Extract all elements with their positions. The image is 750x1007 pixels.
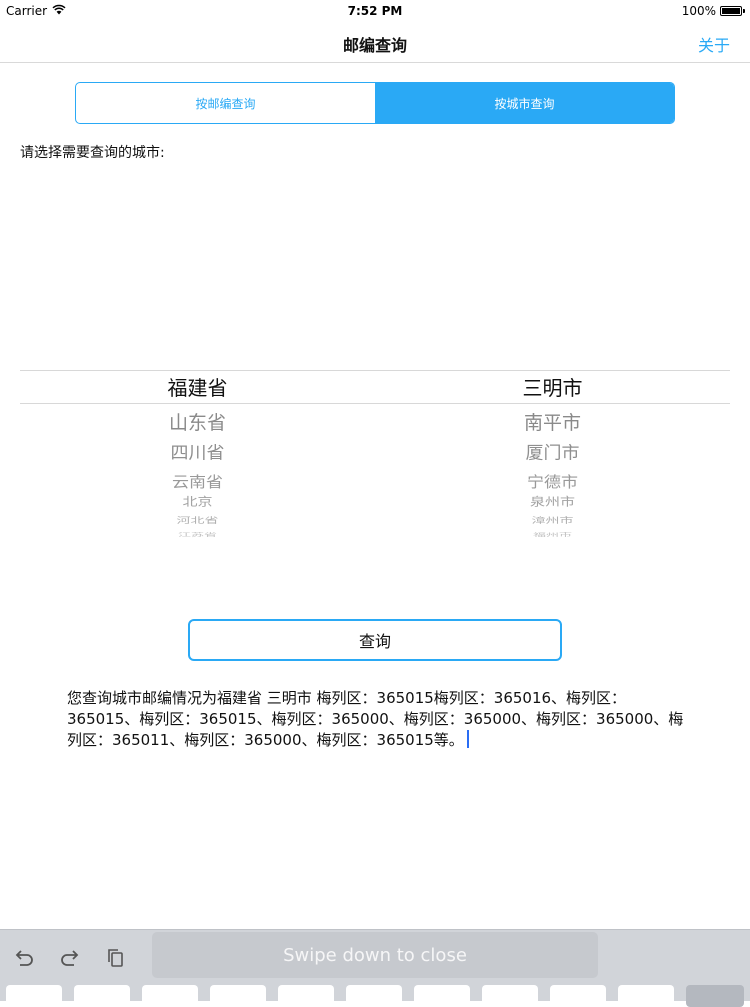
keyboard-key[interactable] <box>6 985 62 1007</box>
selected-province[interactable]: 福建省 <box>20 372 375 401</box>
about-button[interactable]: 关于 <box>698 32 730 56</box>
province-option[interactable]: 北京 <box>20 494 375 510</box>
keyboard-key[interactable] <box>618 985 674 1007</box>
keyboard-key[interactable] <box>550 985 606 1007</box>
search-mode-segmented-control: 按邮编查询 按城市查询 <box>75 82 675 124</box>
province-option[interactable]: 四川省 <box>20 440 375 465</box>
keyboard-key[interactable] <box>414 985 470 1007</box>
city-option[interactable]: 泉州市 <box>375 494 730 510</box>
keyboard-key[interactable] <box>686 985 744 1007</box>
province-option[interactable]: 山东省 <box>20 408 375 435</box>
city-prompt-label: 请选择需要查询的城市: <box>20 145 165 161</box>
navigation-bar: 邮编查询 关于 <box>0 22 750 63</box>
city-picker[interactable]: 福建省 山东省 四川省 云南省 北京 河北省 江苏省 三明市 南平市 厦门市 宁… <box>20 310 730 550</box>
city-option[interactable]: 漳州市 <box>375 514 730 526</box>
keyboard-key[interactable] <box>346 985 402 1007</box>
keyboard-key[interactable] <box>278 985 334 1007</box>
keyboard-key[interactable] <box>142 985 198 1007</box>
status-bar: Carrier 7:52 PM 100% <box>0 0 750 22</box>
battery-icon <box>720 6 745 16</box>
province-picker-column[interactable]: 福建省 山东省 四川省 云南省 北京 河北省 江苏省 <box>20 310 375 550</box>
keyboard-key[interactable] <box>482 985 538 1007</box>
province-option[interactable]: 江苏省 <box>20 531 375 538</box>
tab-search-by-city[interactable]: 按城市查询 <box>375 83 674 123</box>
paste-icon[interactable] <box>104 946 128 970</box>
keyboard-area: Swipe down to close <box>0 929 750 1007</box>
result-text-view[interactable]: 您查询城市邮编情况为福建省 三明市 梅列区：365015梅列区：365016、梅… <box>67 688 687 751</box>
keyboard-key[interactable] <box>210 985 266 1007</box>
city-option[interactable]: 南平市 <box>375 408 730 435</box>
query-button[interactable]: 查询 <box>188 619 562 661</box>
province-option[interactable]: 河北省 <box>20 514 375 526</box>
battery-label: 100% <box>681 4 716 18</box>
swipe-hint-text: Swipe down to close <box>283 944 467 966</box>
undo-icon[interactable] <box>12 946 36 970</box>
swipe-to-close-bar[interactable]: Swipe down to close <box>152 932 598 978</box>
city-picker-column[interactable]: 三明市 南平市 厦门市 宁德市 泉州市 漳州市 福州市 <box>375 310 730 550</box>
city-option[interactable]: 厦门市 <box>375 440 730 465</box>
battery-group: 100% <box>681 4 745 18</box>
text-cursor <box>466 730 469 748</box>
province-option[interactable]: 云南省 <box>20 470 375 492</box>
city-option[interactable]: 宁德市 <box>375 470 730 492</box>
page-title: 邮编查询 <box>342 36 407 55</box>
redo-icon[interactable] <box>58 946 82 970</box>
city-option[interactable]: 福州市 <box>375 531 730 538</box>
selected-city[interactable]: 三明市 <box>375 372 730 401</box>
tab-search-by-postcode[interactable]: 按邮编查询 <box>76 83 375 123</box>
keyboard-key[interactable] <box>74 985 130 1007</box>
query-button-label: 查询 <box>358 632 391 651</box>
result-text: 您查询城市邮编情况为福建省 三明市 梅列区：365015梅列区：365016、梅… <box>67 689 684 749</box>
status-time: 7:52 PM <box>347 4 403 18</box>
